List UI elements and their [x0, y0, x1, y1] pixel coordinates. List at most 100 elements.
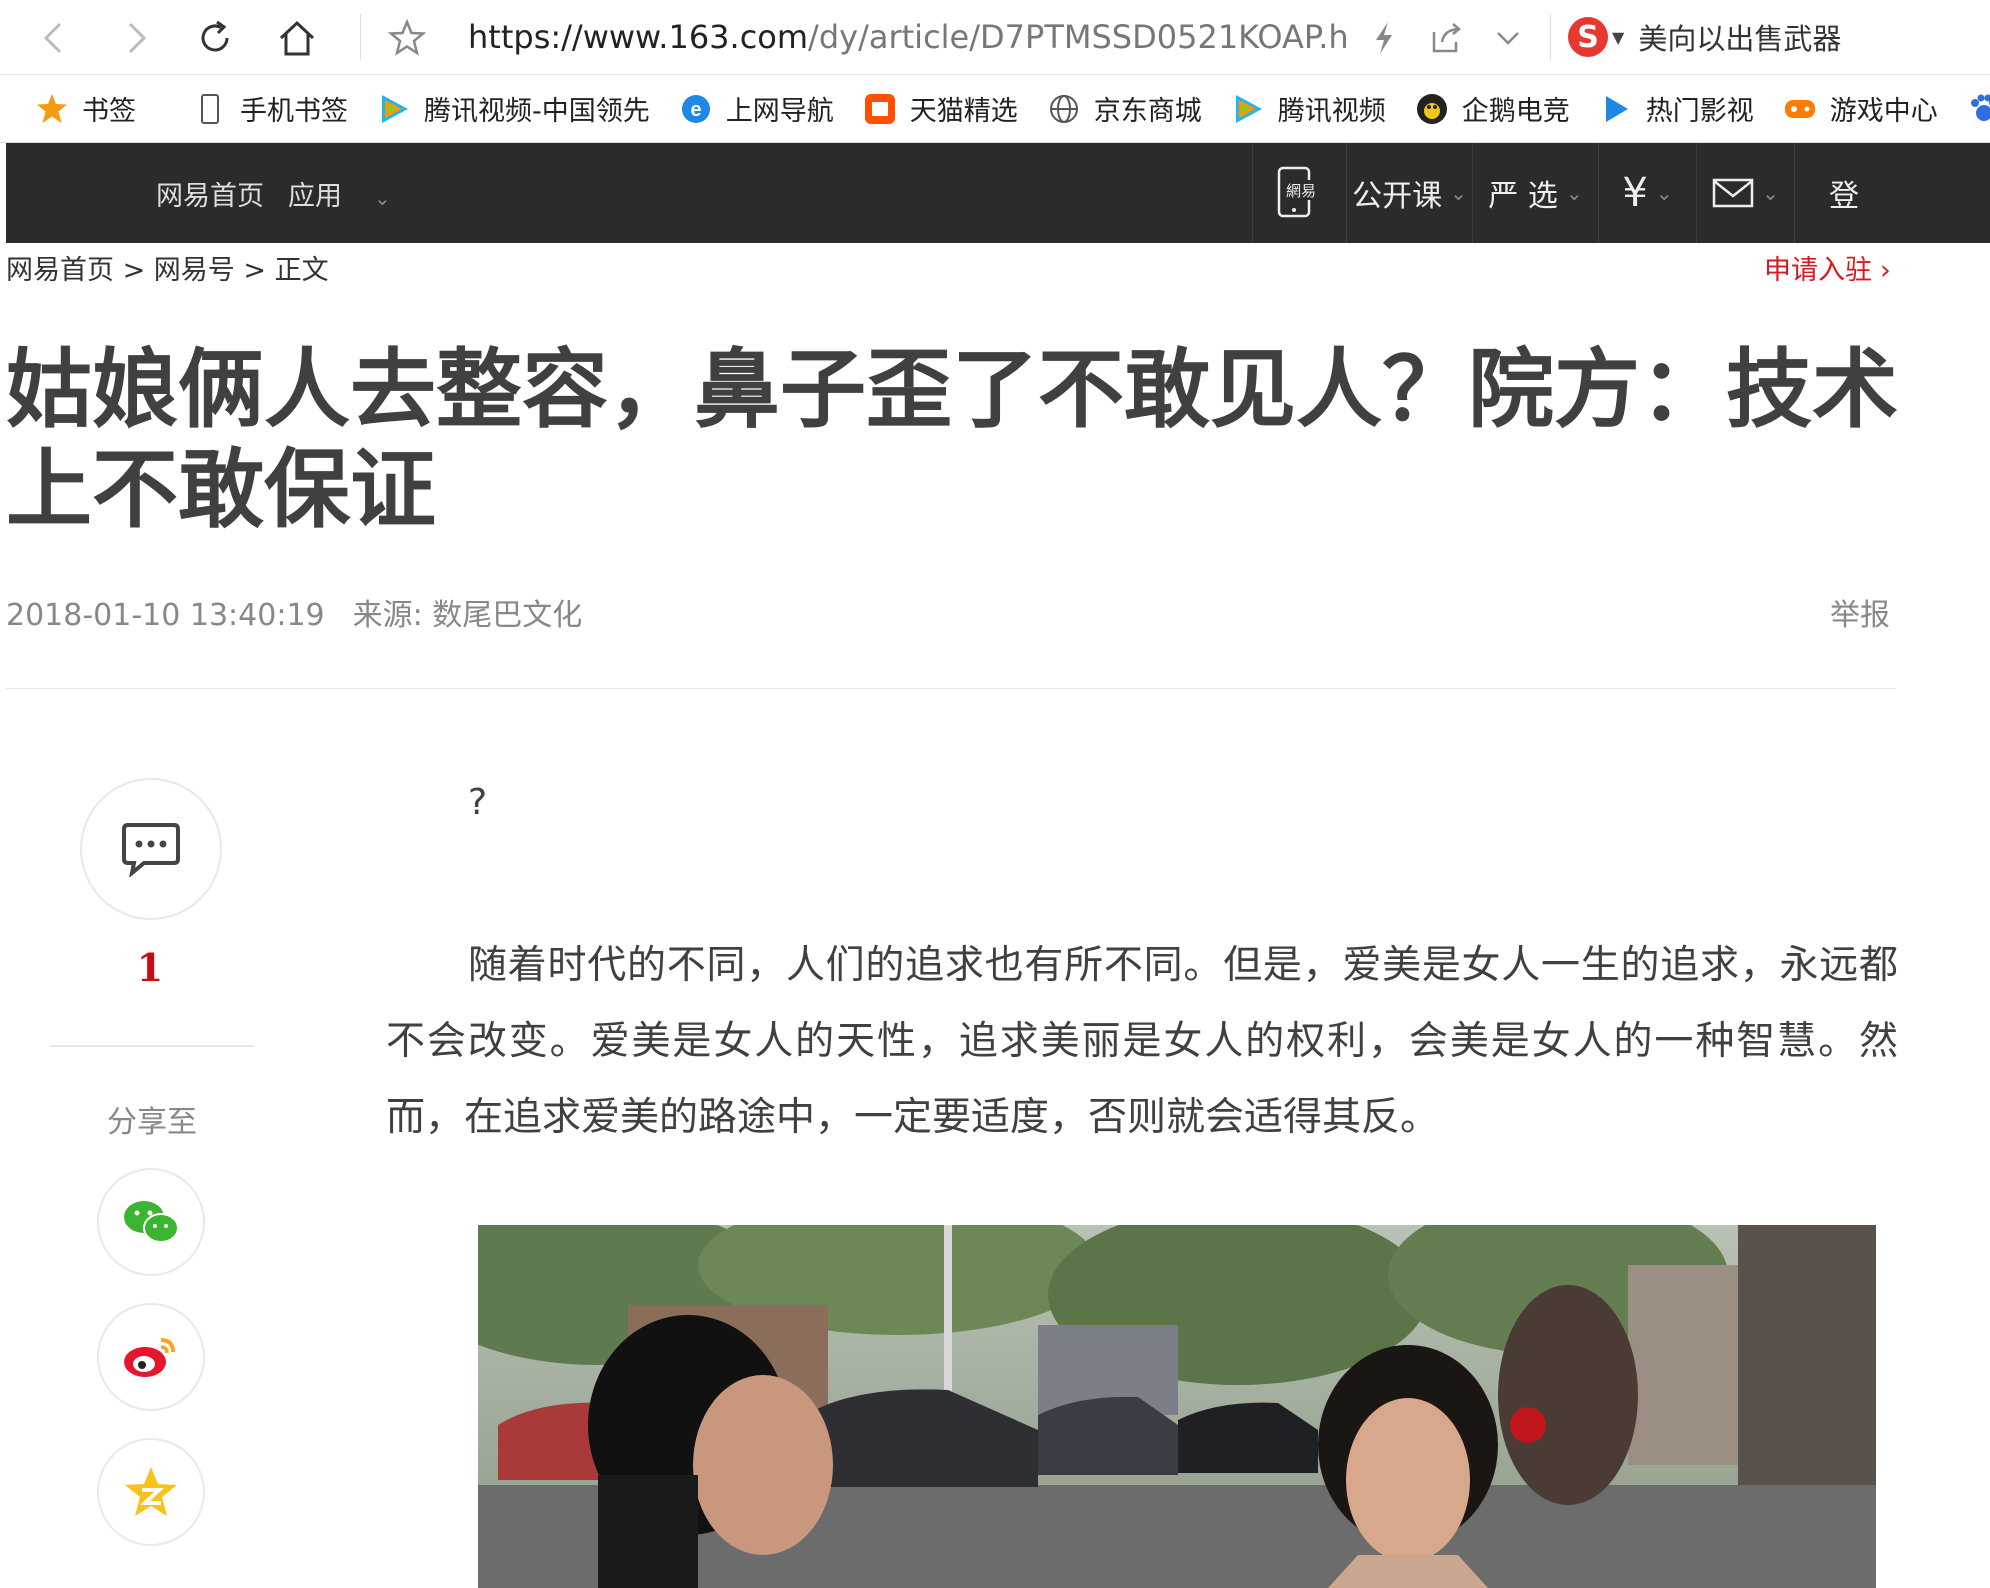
bookmark-item-paw[interactable] [1966, 91, 1990, 127]
bookmarks-bar: 书签 手机书签 腾讯视频-中国领先 e 上网导航 天猫精选 京东商城 腾讯视频 … [0, 75, 1990, 143]
nav-mobile-app[interactable]: 網易 [1252, 143, 1346, 243]
nav-yanxuan-label: 严 选 [1488, 179, 1558, 214]
forward-arrow-icon [128, 22, 147, 53]
bookmark-item[interactable]: e 上网导航 [678, 89, 834, 128]
bookmark-label: 企鹅电竞 [1461, 96, 1570, 127]
forward-button[interactable] [100, 0, 170, 75]
comment-button[interactable] [80, 778, 222, 920]
nav-login[interactable]: 登 [1794, 143, 1914, 243]
gamepad-icon [1782, 91, 1818, 127]
search-box[interactable]: S ▼ 美向以出售武器 [1568, 14, 1990, 60]
search-text: 美向以出售武器 [1638, 22, 1842, 56]
qzone-star-icon [125, 1467, 177, 1516]
article-paragraph: 随着时代的不同，人们的追求也有所不同。但是，爱美是女人一生的追求，永远都不会改变… [386, 943, 1898, 1140]
nav-home-link[interactable]: 网易首页 [156, 174, 264, 213]
apply-join-link[interactable]: 申请入驻 › [1764, 248, 1891, 287]
nav-mail[interactable]: ⌄ [1696, 143, 1794, 243]
address-bar[interactable]: https://www.163.com/dy/article/D7PTMSSD0… [468, 14, 1348, 60]
article-photo [478, 1225, 1876, 1588]
baidu-paw-icon [1966, 91, 1990, 127]
share-qzone-button[interactable] [97, 1438, 205, 1546]
bookmark-folder[interactable]: 书签 [34, 89, 136, 128]
comment-bubble-icon [122, 823, 180, 877]
comment-count[interactable]: 1 [110, 945, 190, 990]
bookmark-item[interactable]: 企鹅电竞 [1414, 89, 1570, 128]
chevron-down-icon: ⌄ [1565, 181, 1583, 205]
yuan-icon: ¥ [1622, 170, 1648, 216]
bookmark-label: 手机书签 [240, 96, 348, 127]
chevron-right-icon: › [1880, 255, 1891, 286]
tencent-video-icon [1230, 91, 1266, 127]
nav-login-label: 登 [1829, 179, 1859, 214]
weibo-icon [124, 1338, 175, 1377]
home-button[interactable] [262, 0, 332, 75]
rail-divider [50, 1045, 254, 1047]
mail-icon [1712, 178, 1754, 208]
nav-course-label: 公开课 [1352, 179, 1443, 214]
breadcrumb[interactable]: 网易首页 > 网易号 > 正文 [6, 248, 329, 287]
lightning-icon[interactable] [1364, 18, 1404, 58]
bookmark-label: 上网导航 [725, 96, 834, 127]
share-weibo-button[interactable] [97, 1303, 205, 1411]
search-engine-caret[interactable]: ▼ [1612, 28, 1624, 47]
bookmark-item[interactable]: 腾讯视频-中国领先 [376, 89, 650, 128]
chevron-down-icon: ⌄ [1450, 181, 1467, 205]
ie-icon: e [678, 91, 714, 127]
back-button[interactable] [20, 0, 90, 75]
reload-icon [201, 20, 229, 51]
favorite-button[interactable] [372, 0, 442, 75]
bookmark-item[interactable]: 游戏中心 [1782, 89, 1938, 128]
svg-text:e: e [690, 99, 701, 121]
nav-apps-menu[interactable]: 应用 ⌄ [288, 174, 415, 213]
divider [6, 688, 1896, 689]
bookmark-item[interactable]: 腾讯视频 [1230, 89, 1386, 128]
bookmark-label: 书签 [82, 96, 136, 127]
share-icon[interactable] [1426, 18, 1466, 58]
bookmark-label: 腾讯视频 [1277, 96, 1386, 127]
bookmark-item[interactable]: 手机书签 [192, 89, 348, 128]
chevron-down-icon: ⌄ [1762, 181, 1779, 205]
bookmark-label: 热门影视 [1645, 96, 1754, 127]
chevron-down-icon: ⌄ [374, 185, 391, 210]
apply-join-label: 申请入驻 [1764, 255, 1872, 286]
chevron-down-icon: ⌄ [1655, 181, 1673, 205]
bookmark-item[interactable]: 天猫精选 [862, 89, 1018, 128]
bookmark-label: 游戏中心 [1829, 96, 1938, 127]
article-title: 姑娘俩人去整容，鼻子歪了不敢见人？院方：技术上不敢保证 [6, 340, 1898, 540]
mobile-phone-icon: 網易 [1277, 166, 1319, 218]
reload-button[interactable] [180, 0, 250, 75]
chevron-down-icon[interactable] [1488, 18, 1528, 58]
url-path: /dy/article/D7PTMSSD0521KOAP.ht [808, 18, 1348, 56]
site-nav-bar: 网易首页 应用 ⌄ 網易 公开课 ⌄ 严 选 ⌄ ¥ ⌄ ⌄ 登 [6, 143, 1990, 243]
mobile-logo-text: 網易 [1285, 182, 1315, 200]
bookmark-item[interactable]: 热门影视 [1598, 89, 1754, 128]
globe-icon [1046, 91, 1082, 127]
phone-icon [192, 91, 228, 127]
nav-yanxuan[interactable]: 严 选 ⌄ [1472, 143, 1598, 243]
bookmark-label: 腾讯视频-中国领先 [424, 96, 650, 127]
publish-date: 2018-01-10 13:40:19 [6, 598, 325, 633]
bookmark-label: 京东商城 [1093, 96, 1202, 127]
share-wechat-button[interactable] [97, 1168, 205, 1276]
back-arrow-icon [43, 22, 62, 53]
bookmark-item[interactable]: 京东商城 [1046, 89, 1202, 128]
star-icon [34, 91, 70, 127]
sogou-logo-icon: S [1568, 17, 1608, 57]
play-icon [1598, 91, 1634, 127]
street-scene-illustration [478, 1225, 1876, 1588]
share-label: 分享至 [107, 1105, 197, 1140]
report-link[interactable]: 举报 [1830, 590, 1890, 634]
star-outline-icon [387, 18, 427, 56]
nav-payment[interactable]: ¥ ⌄ [1598, 143, 1696, 243]
penguin-icon [1414, 91, 1450, 127]
nav-apps-label: 应用 [288, 180, 342, 212]
wechat-icon [124, 1201, 179, 1243]
nav-open-course[interactable]: 公开课 ⌄ [1346, 143, 1472, 243]
browser-toolbar: https://www.163.com/dy/article/D7PTMSSD0… [0, 0, 1990, 75]
url-domain: https://www.163.com [468, 18, 809, 56]
article-lead: ? [468, 782, 488, 823]
article-source[interactable]: 来源: 数尾巴文化 [353, 598, 583, 633]
article-meta: 2018-01-10 13:40:19 来源: 数尾巴文化 [6, 590, 582, 634]
tencent-video-icon [376, 91, 412, 127]
tmall-icon [862, 91, 898, 127]
